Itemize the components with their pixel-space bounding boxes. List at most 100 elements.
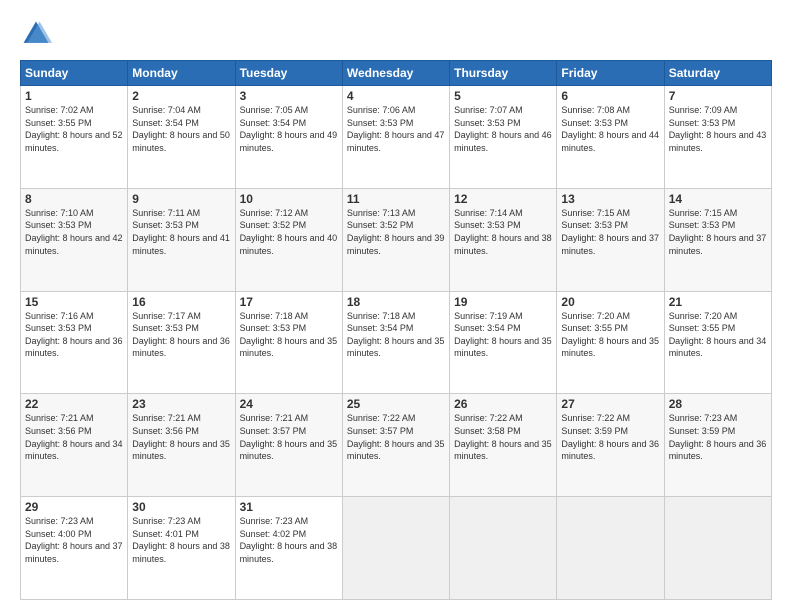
day-info: Sunrise: 7:23 AM Sunset: 3:59 PM Dayligh… [669,412,767,462]
calendar-cell: 26 Sunrise: 7:22 AM Sunset: 3:58 PM Dayl… [450,394,557,497]
day-info: Sunrise: 7:18 AM Sunset: 3:54 PM Dayligh… [347,310,445,360]
calendar-cell: 7 Sunrise: 7:09 AM Sunset: 3:53 PM Dayli… [664,86,771,189]
day-info: Sunrise: 7:21 AM Sunset: 3:57 PM Dayligh… [240,412,338,462]
day-info: Sunrise: 7:10 AM Sunset: 3:53 PM Dayligh… [25,207,123,257]
calendar-cell [664,497,771,600]
calendar-cell: 5 Sunrise: 7:07 AM Sunset: 3:53 PM Dayli… [450,86,557,189]
calendar-cell: 27 Sunrise: 7:22 AM Sunset: 3:59 PM Dayl… [557,394,664,497]
day-info: Sunrise: 7:13 AM Sunset: 3:52 PM Dayligh… [347,207,445,257]
day-info: Sunrise: 7:23 AM Sunset: 4:02 PM Dayligh… [240,515,338,565]
calendar-header-wednesday: Wednesday [342,61,449,86]
calendar-cell: 10 Sunrise: 7:12 AM Sunset: 3:52 PM Dayl… [235,188,342,291]
day-info: Sunrise: 7:18 AM Sunset: 3:53 PM Dayligh… [240,310,338,360]
day-number: 8 [25,192,123,206]
day-info: Sunrise: 7:22 AM Sunset: 3:57 PM Dayligh… [347,412,445,462]
day-info: Sunrise: 7:15 AM Sunset: 3:53 PM Dayligh… [561,207,659,257]
calendar-cell [342,497,449,600]
day-info: Sunrise: 7:17 AM Sunset: 3:53 PM Dayligh… [132,310,230,360]
calendar-cell: 18 Sunrise: 7:18 AM Sunset: 3:54 PM Dayl… [342,291,449,394]
calendar-cell: 19 Sunrise: 7:19 AM Sunset: 3:54 PM Dayl… [450,291,557,394]
calendar-week-row: 1 Sunrise: 7:02 AM Sunset: 3:55 PM Dayli… [21,86,772,189]
header [20,18,772,50]
calendar-cell: 11 Sunrise: 7:13 AM Sunset: 3:52 PM Dayl… [342,188,449,291]
calendar-cell: 20 Sunrise: 7:20 AM Sunset: 3:55 PM Dayl… [557,291,664,394]
calendar-week-row: 29 Sunrise: 7:23 AM Sunset: 4:00 PM Dayl… [21,497,772,600]
calendar-week-row: 22 Sunrise: 7:21 AM Sunset: 3:56 PM Dayl… [21,394,772,497]
calendar-cell: 25 Sunrise: 7:22 AM Sunset: 3:57 PM Dayl… [342,394,449,497]
calendar-cell: 30 Sunrise: 7:23 AM Sunset: 4:01 PM Dayl… [128,497,235,600]
calendar-week-row: 8 Sunrise: 7:10 AM Sunset: 3:53 PM Dayli… [21,188,772,291]
day-info: Sunrise: 7:08 AM Sunset: 3:53 PM Dayligh… [561,104,659,154]
day-info: Sunrise: 7:21 AM Sunset: 3:56 PM Dayligh… [25,412,123,462]
calendar-cell: 28 Sunrise: 7:23 AM Sunset: 3:59 PM Dayl… [664,394,771,497]
calendar-cell: 14 Sunrise: 7:15 AM Sunset: 3:53 PM Dayl… [664,188,771,291]
logo [20,18,56,50]
day-number: 5 [454,89,552,103]
day-number: 20 [561,295,659,309]
day-number: 1 [25,89,123,103]
calendar-header-saturday: Saturday [664,61,771,86]
day-number: 30 [132,500,230,514]
day-info: Sunrise: 7:22 AM Sunset: 3:58 PM Dayligh… [454,412,552,462]
day-info: Sunrise: 7:06 AM Sunset: 3:53 PM Dayligh… [347,104,445,154]
day-number: 21 [669,295,767,309]
day-info: Sunrise: 7:11 AM Sunset: 3:53 PM Dayligh… [132,207,230,257]
day-number: 9 [132,192,230,206]
day-number: 29 [25,500,123,514]
calendar-cell: 29 Sunrise: 7:23 AM Sunset: 4:00 PM Dayl… [21,497,128,600]
calendar-cell: 23 Sunrise: 7:21 AM Sunset: 3:56 PM Dayl… [128,394,235,497]
calendar-week-row: 15 Sunrise: 7:16 AM Sunset: 3:53 PM Dayl… [21,291,772,394]
calendar-cell: 17 Sunrise: 7:18 AM Sunset: 3:53 PM Dayl… [235,291,342,394]
day-number: 15 [25,295,123,309]
calendar-header-thursday: Thursday [450,61,557,86]
calendar-cell: 16 Sunrise: 7:17 AM Sunset: 3:53 PM Dayl… [128,291,235,394]
calendar-cell: 4 Sunrise: 7:06 AM Sunset: 3:53 PM Dayli… [342,86,449,189]
calendar-cell [557,497,664,600]
day-number: 13 [561,192,659,206]
calendar-table: SundayMondayTuesdayWednesdayThursdayFrid… [20,60,772,600]
day-number: 14 [669,192,767,206]
calendar-header-sunday: Sunday [21,61,128,86]
day-info: Sunrise: 7:14 AM Sunset: 3:53 PM Dayligh… [454,207,552,257]
day-number: 16 [132,295,230,309]
calendar-header-monday: Monday [128,61,235,86]
day-number: 31 [240,500,338,514]
day-number: 2 [132,89,230,103]
calendar-cell: 3 Sunrise: 7:05 AM Sunset: 3:54 PM Dayli… [235,86,342,189]
day-info: Sunrise: 7:12 AM Sunset: 3:52 PM Dayligh… [240,207,338,257]
day-info: Sunrise: 7:04 AM Sunset: 3:54 PM Dayligh… [132,104,230,154]
logo-icon [20,18,52,50]
page: SundayMondayTuesdayWednesdayThursdayFrid… [0,0,792,612]
day-info: Sunrise: 7:19 AM Sunset: 3:54 PM Dayligh… [454,310,552,360]
day-number: 27 [561,397,659,411]
day-info: Sunrise: 7:20 AM Sunset: 3:55 PM Dayligh… [669,310,767,360]
day-number: 10 [240,192,338,206]
day-number: 19 [454,295,552,309]
calendar-cell: 12 Sunrise: 7:14 AM Sunset: 3:53 PM Dayl… [450,188,557,291]
calendar-cell: 24 Sunrise: 7:21 AM Sunset: 3:57 PM Dayl… [235,394,342,497]
day-number: 25 [347,397,445,411]
day-info: Sunrise: 7:02 AM Sunset: 3:55 PM Dayligh… [25,104,123,154]
day-number: 22 [25,397,123,411]
calendar-cell: 31 Sunrise: 7:23 AM Sunset: 4:02 PM Dayl… [235,497,342,600]
calendar-cell: 13 Sunrise: 7:15 AM Sunset: 3:53 PM Dayl… [557,188,664,291]
calendar-cell: 22 Sunrise: 7:21 AM Sunset: 3:56 PM Dayl… [21,394,128,497]
day-number: 24 [240,397,338,411]
day-info: Sunrise: 7:16 AM Sunset: 3:53 PM Dayligh… [25,310,123,360]
day-number: 18 [347,295,445,309]
calendar-cell: 8 Sunrise: 7:10 AM Sunset: 3:53 PM Dayli… [21,188,128,291]
calendar-cell: 1 Sunrise: 7:02 AM Sunset: 3:55 PM Dayli… [21,86,128,189]
day-number: 23 [132,397,230,411]
day-info: Sunrise: 7:20 AM Sunset: 3:55 PM Dayligh… [561,310,659,360]
day-info: Sunrise: 7:09 AM Sunset: 3:53 PM Dayligh… [669,104,767,154]
day-info: Sunrise: 7:15 AM Sunset: 3:53 PM Dayligh… [669,207,767,257]
calendar-cell: 21 Sunrise: 7:20 AM Sunset: 3:55 PM Dayl… [664,291,771,394]
calendar-cell: 6 Sunrise: 7:08 AM Sunset: 3:53 PM Dayli… [557,86,664,189]
day-number: 7 [669,89,767,103]
day-info: Sunrise: 7:22 AM Sunset: 3:59 PM Dayligh… [561,412,659,462]
day-info: Sunrise: 7:07 AM Sunset: 3:53 PM Dayligh… [454,104,552,154]
day-number: 3 [240,89,338,103]
day-number: 4 [347,89,445,103]
day-number: 12 [454,192,552,206]
day-number: 26 [454,397,552,411]
